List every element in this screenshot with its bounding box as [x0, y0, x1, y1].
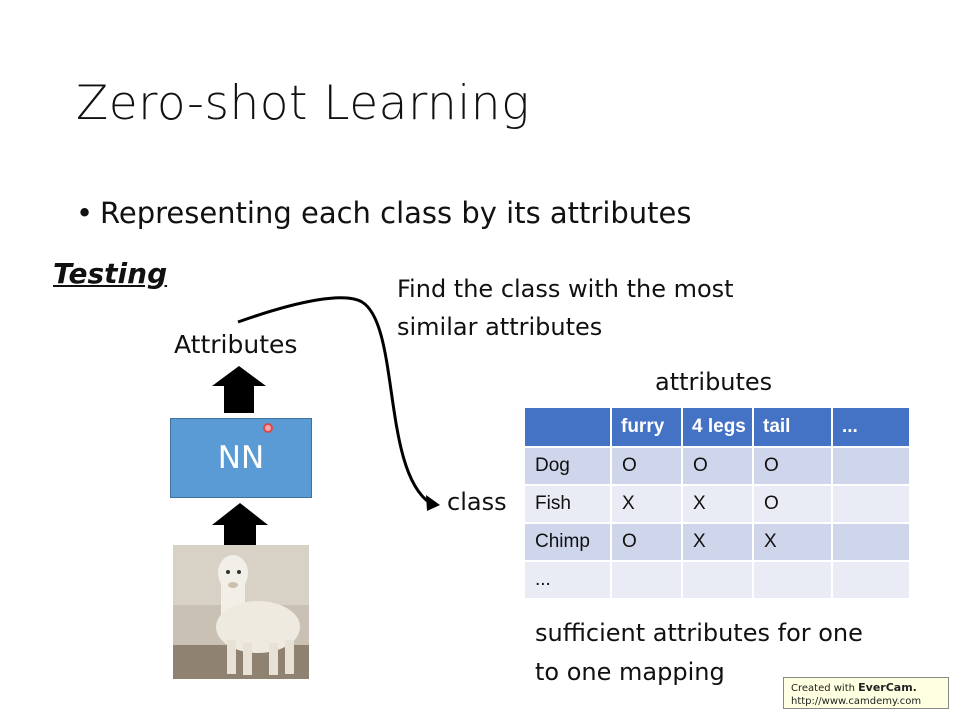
table-cell: X	[610, 484, 683, 524]
table-cell	[681, 560, 754, 600]
evercam-watermark: Created with EverCam. http://www.camdemy…	[783, 677, 949, 709]
table-header-row: furry 4 legs tail ...	[523, 406, 911, 448]
table-cell: X	[681, 484, 754, 524]
mapping-note-line1: sufficient attributes for one	[535, 619, 863, 647]
alpaca-photo	[173, 545, 309, 679]
table-cell	[610, 560, 683, 600]
table-cell: O	[752, 446, 833, 486]
watermark-url: http://www.camdemy.com	[791, 696, 922, 707]
table-cell: O	[752, 484, 833, 524]
table-row: Chimp O X X	[523, 522, 911, 562]
table-row: Fish X X O	[523, 484, 911, 524]
table-cell: O	[681, 446, 754, 486]
table-header-cell: furry	[610, 406, 683, 448]
class-label: class	[447, 488, 507, 516]
alpaca-image	[173, 545, 309, 679]
find-caption-line2: similar attributes	[397, 313, 603, 341]
table-cell	[831, 560, 911, 600]
watermark-prefix: Created with	[791, 683, 859, 694]
table-row: Dog O O O	[523, 446, 911, 486]
table-cell	[752, 560, 833, 600]
up-arrow-icon	[212, 366, 266, 413]
table-cell: Dog	[523, 446, 612, 486]
table-row: ...	[523, 560, 911, 600]
table-cell	[831, 522, 911, 562]
table-cell	[831, 484, 911, 524]
arrowhead-icon	[426, 495, 440, 511]
table-cell: X	[752, 522, 833, 562]
table-cell: ...	[523, 560, 612, 600]
table-header-cell: 4 legs	[681, 406, 754, 448]
table-caption: attributes	[655, 368, 773, 396]
table-header-cell	[523, 406, 612, 448]
diagram-arrows	[212, 296, 440, 550]
table-header-cell: ...	[831, 406, 911, 448]
table-cell: O	[610, 446, 683, 486]
nn-box: NN	[170, 418, 312, 498]
watermark-brand: EverCam.	[858, 681, 917, 694]
find-class-caption: Find the class with the most similar att…	[397, 270, 734, 346]
watermark-line1: Created with EverCam.	[791, 681, 948, 695]
cursor-pointer-icon	[263, 423, 273, 433]
attribute-table: furry 4 legs tail ... Dog O O O Fish X X…	[523, 406, 911, 600]
table-cell: Chimp	[523, 522, 612, 562]
table-cell	[831, 446, 911, 486]
table-cell: X	[681, 522, 754, 562]
table-cell: Fish	[523, 484, 612, 524]
table-header-cell: tail	[752, 406, 833, 448]
up-arrow-icon	[212, 503, 268, 550]
table-cell: O	[610, 522, 683, 562]
find-caption-line1: Find the class with the most	[397, 275, 734, 303]
